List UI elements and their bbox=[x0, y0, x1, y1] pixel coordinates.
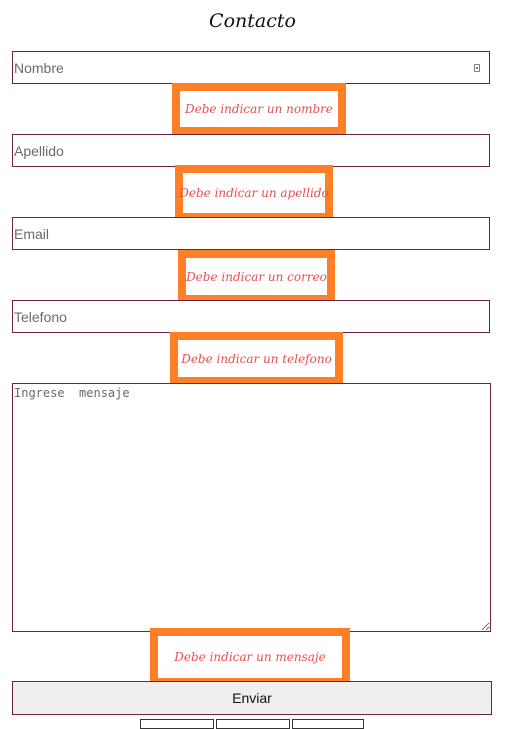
telefono-input[interactable] bbox=[12, 300, 490, 333]
bottom-control[interactable] bbox=[216, 719, 290, 729]
mensaje-error: Debe indicar un mensaje bbox=[150, 628, 350, 686]
apellido-input[interactable] bbox=[12, 134, 490, 167]
enviar-button[interactable]: Enviar bbox=[12, 681, 492, 715]
form-title: Contacto bbox=[209, 10, 296, 32]
email-error: Debe indicar un correo bbox=[178, 250, 335, 303]
email-input[interactable] bbox=[12, 217, 490, 250]
bottom-control[interactable] bbox=[292, 719, 364, 729]
mensaje-textarea[interactable] bbox=[12, 383, 491, 632]
nombre-input[interactable] bbox=[12, 51, 490, 84]
telefono-error: Debe indicar un telefono bbox=[170, 332, 343, 385]
apellido-error: Debe indicar un apellido bbox=[175, 165, 333, 221]
autofill-icon[interactable] bbox=[474, 64, 480, 72]
bottom-control[interactable] bbox=[140, 719, 214, 729]
nombre-error: Debe indicar un nombre bbox=[172, 83, 346, 135]
